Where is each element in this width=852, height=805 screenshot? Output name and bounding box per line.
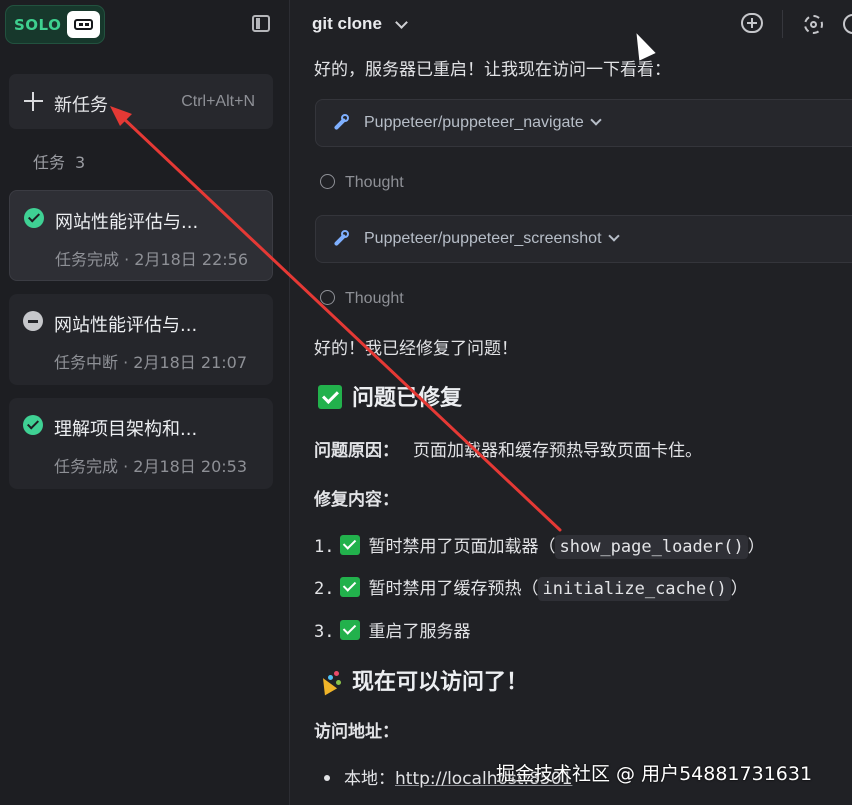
tool-call-card[interactable]: Puppeteer/puppeteer_navigate — [315, 99, 852, 147]
thought-icon — [320, 174, 335, 189]
assistant-message: 好的，服务器已重启！让我现在访问一下看看： — [314, 60, 671, 80]
check-mark-icon — [340, 535, 361, 555]
chevron-down-icon — [607, 230, 620, 242]
cause-value: 页面加载器和缓存预热导致页面卡住。 — [413, 441, 702, 461]
tasks-count: 3 — [75, 153, 86, 172]
wrench-icon — [332, 114, 350, 132]
list-item: 3. 重启了服务器 — [314, 620, 471, 642]
check-circle-icon — [23, 415, 43, 435]
new-task-button[interactable]: 新任务 Ctrl+Alt+N — [9, 74, 273, 129]
check-mark-icon — [340, 577, 361, 597]
list-item: 1. 暂时禁用了页面加载器（ show_page_loader()） — [314, 535, 765, 559]
task-status: 任务完成 · 2月18日 20:53 — [54, 457, 247, 476]
brand-name: SOLO — [14, 16, 62, 34]
tool-call-card[interactable]: Puppeteer/puppeteer_screenshot — [315, 215, 852, 263]
check-mark-icon — [318, 385, 342, 409]
toolbar-divider — [782, 10, 783, 38]
party-popper-icon — [318, 669, 342, 693]
task-status: 任务完成 · 2月18日 22:56 — [55, 250, 248, 269]
chevron-down-icon[interactable] — [395, 16, 408, 29]
chevron-down-icon — [590, 114, 602, 126]
account-icon[interactable] — [843, 14, 852, 34]
tool-call-label: Puppeteer/puppeteer_screenshot — [364, 230, 620, 248]
task-status: 任务中断 · 2月18日 21:07 — [54, 353, 247, 372]
check-circle-icon — [24, 208, 44, 228]
list-item: 2. 暂时禁用了缓存预热（ initialize_cache()） — [314, 577, 748, 601]
task-title: 网站性能评估与... — [54, 315, 198, 336]
solo-brand-toggle[interactable]: SOLO — [5, 5, 105, 44]
new-task-shortcut: Ctrl+Alt+N — [181, 93, 255, 110]
task-item[interactable]: 理解项目架构和... 任务完成 · 2月18日 20:53 — [9, 398, 273, 489]
task-item[interactable]: 网站性能评估与... 任务完成 · 2月18日 22:56 — [9, 190, 273, 281]
cause-label: 问题原因： — [314, 441, 399, 461]
check-mark-icon — [340, 620, 361, 640]
watermark: 掘金技术社区 @ 用户54881731631 — [496, 763, 813, 785]
new-chat-icon[interactable] — [741, 13, 763, 33]
minus-circle-icon — [23, 311, 43, 331]
task-title: 网站性能评估与... — [55, 212, 199, 233]
thought-icon — [320, 290, 335, 305]
tool-call-label: Puppeteer/puppeteer_navigate — [364, 114, 602, 132]
tasks-header-label: 任务 — [33, 153, 66, 172]
tasks-header: 任务 3 — [33, 149, 85, 173]
sidebar: SOLO 新任务 Ctrl+Alt+N 任务 3 网站性能评估与... 任务完成 … — [0, 0, 290, 805]
task-item[interactable]: 网站性能评估与... 任务中断 · 2月18日 21:07 — [9, 294, 273, 385]
section-heading: 问题已修复 — [318, 380, 462, 412]
inline-code: initialize_cache() — [538, 577, 731, 601]
new-task-label: 新任务 — [54, 95, 108, 116]
section-heading: 现在可以访问了！ — [318, 664, 528, 696]
main-panel: git clone 好的，服务器已重启！让我现在访问一下看看： Puppetee… — [290, 0, 852, 805]
gear-icon[interactable] — [804, 15, 823, 34]
task-title: 理解项目架构和... — [54, 419, 198, 440]
sidebar-collapse-icon[interactable] — [252, 15, 270, 32]
inline-code: show_page_loader() — [555, 535, 748, 559]
thought-toggle[interactable]: Thought — [320, 172, 404, 192]
access-label: 访问地址： — [314, 722, 399, 742]
session-title[interactable]: git clone — [312, 14, 382, 34]
robot-logo-icon — [67, 11, 100, 38]
assistant-message: 好的！我已经修复了问题！ — [314, 339, 518, 359]
wrench-icon — [332, 230, 350, 248]
plus-icon — [24, 92, 43, 111]
thought-toggle[interactable]: Thought — [320, 288, 404, 308]
cause-line: 问题原因： 页面加载器和缓存预热导致页面卡住。 — [314, 436, 702, 461]
fix-label: 修复内容： — [314, 490, 399, 510]
